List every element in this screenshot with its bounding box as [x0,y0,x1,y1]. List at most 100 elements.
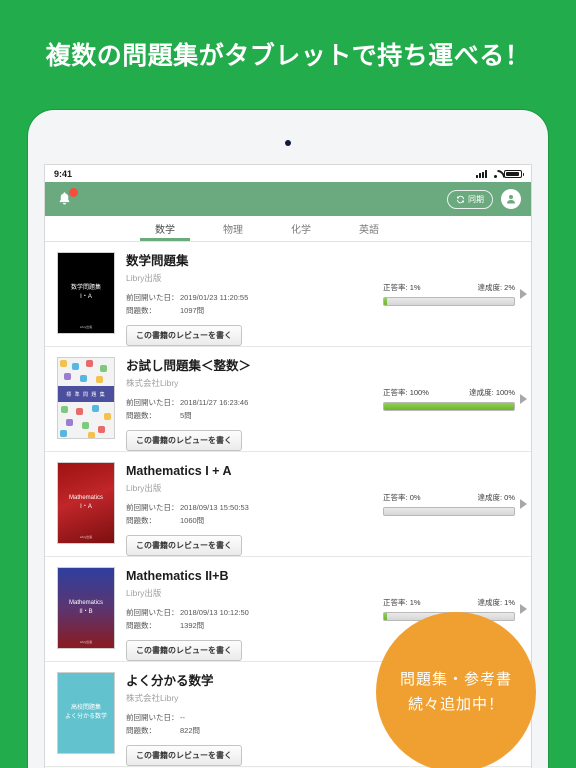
question-count-label: 問題数： [126,516,156,525]
tab-math[interactable]: 数学 [131,216,199,241]
book-title: お試し問題集＜整数＞ [126,359,252,373]
notification-badge [69,188,78,197]
book-cover: 標 準 問 題 集 [57,357,115,439]
book-title: Mathematics II+B [126,569,229,583]
cover-footer: Libry出版 [79,535,93,539]
cover-title: 標 準 問 題 集 [58,386,114,402]
question-count-value: 1060問 [180,516,205,525]
book-cover: Mathematics II・B Libry出版 [57,567,115,649]
achievement-value: 100% [495,388,515,397]
achievement-label: 達成度: [469,388,494,397]
status-bar: 9:41 [45,165,531,182]
wifi-icon [490,170,501,178]
question-count-value: 5問 [180,411,192,420]
book-title: Mathematics I + A [126,464,232,478]
chevron-right-icon[interactable] [520,499,527,509]
cover-title: 数学問題集 [70,285,101,292]
last-opened-label: 前回開いた日： [126,713,179,723]
achievement-value: 0% [504,493,515,502]
app-header: 同期 [45,182,531,216]
last-opened-value: 2018/11/27 16:23:46 [180,398,249,408]
list-item[interactable]: 標 準 問 題 集 お試し問題集＜整数＞ 株式会社Libry 前回開いた日： 20… [45,347,531,452]
last-opened-value: 2018/09/13 10:12:50 [180,608,249,618]
promo-line-2: 続々追加中！ [407,696,504,713]
cover-subtitle: I・A [80,294,92,300]
question-count-label: 問題数： [126,411,156,420]
question-count-label: 問題数： [126,621,156,630]
progress-bar [383,507,515,516]
tab-physics[interactable]: 物理 [199,216,267,241]
achievement-value: 2% [504,283,515,292]
signal-icon [476,169,487,178]
cover-subtitle: II・B [79,609,93,615]
question-count-label: 問題数： [126,726,156,735]
promo-badge: 問題集・参考書 続々追加中！ [376,612,536,768]
notifications-button[interactable] [55,188,78,210]
battery-icon [504,169,524,178]
progress-bar [383,297,515,306]
book-publisher: Libry出版 [126,483,162,494]
write-review-button[interactable]: この書籍のレビューを書く [126,639,242,661]
tablet-frame: 9:41 同期 数学 物理 化学 英語 数学問題集 I・A Libry出版 数学… [28,110,548,768]
accuracy-value: 1% [409,598,421,607]
last-opened-label: 前回開いた日： [126,398,179,408]
cover-title: よく分かる数学 [64,714,107,720]
last-opened-label: 前回開いた日： [126,608,179,618]
write-review-button[interactable]: この書籍のレビューを書く [126,429,242,451]
book-title: 数学問題集 [126,254,189,268]
accuracy-value: 100% [409,388,429,397]
page-title: 複数の問題集がタブレットで持ち運べる！ [45,42,531,70]
accuracy-label: 正答率: [383,598,408,607]
sync-button[interactable]: 同期 [447,189,493,209]
question-count-value: 1392問 [180,621,205,630]
last-opened-label: 前回開いた日： [126,293,179,303]
chevron-right-icon[interactable] [520,289,527,299]
book-cover: Mathematics I・A Libry出版 [57,462,115,544]
write-review-button[interactable]: この書籍のレビューを書く [126,534,242,556]
accuracy-label: 正答率: [383,388,408,397]
accuracy-label: 正答率: [383,283,408,292]
accuracy-value: 1% [409,283,421,292]
cover-title: Mathematics [68,600,103,607]
list-item[interactable]: 数学問題集 I・A Libry出版 数学問題集 Libry出版 前回開いた日： 2… [45,242,531,347]
refresh-icon [457,195,464,203]
write-review-button[interactable]: この書籍のレビューを書く [126,324,242,346]
cover-footer: Libry出版 [79,640,93,644]
book-title: よく分かる数学 [126,674,214,688]
cover-title: Mathematics [68,495,103,502]
tab-english[interactable]: 英語 [335,216,403,241]
status-time: 9:41 [54,168,73,179]
achievement-value: 1% [504,598,515,607]
book-publisher: 株式会社Libry [126,378,179,389]
last-opened-value: 2018/09/13 15:50:53 [180,503,249,513]
accuracy-label: 正答率: [383,493,408,502]
question-count-label: 問題数： [126,306,156,315]
progress-bar [383,402,515,411]
list-item[interactable]: Mathematics I・A Libry出版 Mathematics I + … [45,452,531,557]
last-opened-value: -- [180,713,185,723]
book-cover: 数学問題集 I・A Libry出版 [57,252,115,334]
book-cover: 高校問題集 よく分かる数学 [57,672,115,754]
person-icon [507,195,515,204]
achievement-label: 達成度: [477,283,503,292]
cover-subtitle: 高校問題集 [70,705,101,712]
cover-footer: Libry出版 [79,325,93,329]
book-publisher: Libry出版 [126,588,162,599]
tab-chemistry[interactable]: 化学 [267,216,335,241]
cover-subtitle: I・A [80,504,92,510]
achievement-label: 達成度: [477,493,503,502]
sync-label: 同期 [468,194,484,204]
avatar[interactable] [501,189,521,209]
chevron-right-icon[interactable] [520,394,527,404]
last-opened-label: 前回開いた日： [126,503,179,513]
camera-icon [285,140,291,146]
question-count-value: 822問 [180,726,201,735]
write-review-button[interactable]: この書籍のレビューを書く [126,744,242,766]
last-opened-value: 2019/01/23 11:20:55 [180,293,249,303]
question-count-value: 1097問 [180,306,205,315]
book-publisher: 株式会社Libry [126,693,179,704]
achievement-label: 達成度: [477,598,503,607]
promo-line-1: 問題集・参考書 [399,670,512,688]
chevron-right-icon[interactable] [520,604,527,614]
accuracy-value: 0% [409,493,421,502]
